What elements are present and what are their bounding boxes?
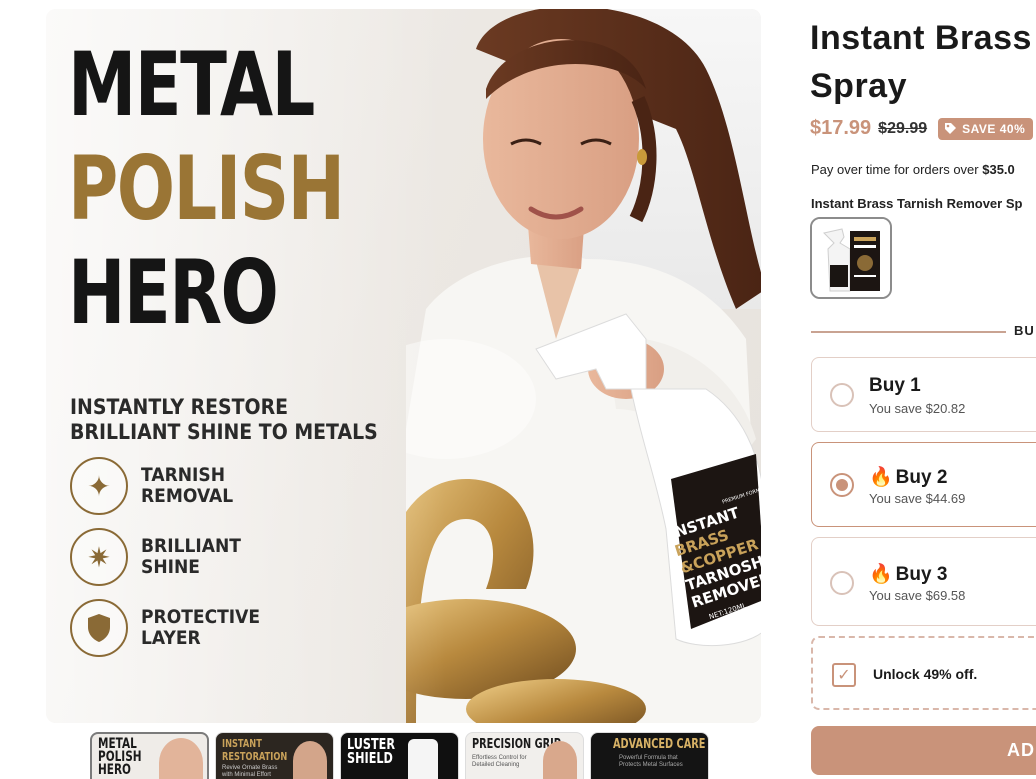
main-product-image[interactable]: INSTANT BRASS &COPPER TARNOSH REMOVER NE… (46, 9, 761, 723)
bundle-title-row: 🔥 Buy 3 (869, 562, 947, 586)
shield-icon (70, 599, 128, 657)
thumbnail-5[interactable]: ADVANCED CARE Powerful Formula that Prot… (590, 732, 709, 779)
thumbnail-label: INSTANT RESTORATION (222, 737, 288, 763)
bundle-radio-selected[interactable] (830, 473, 854, 497)
thumbnail-1[interactable]: METAL POLISH HERO (90, 732, 209, 779)
bundle-title: Buy 2 (895, 467, 948, 488)
bundle-radio[interactable] (830, 383, 854, 407)
unlock-label: Unlock 49% off. (873, 666, 978, 682)
price-row: $17.99 $29.99 SAVE 40% (810, 117, 1034, 140)
thumbnail-4[interactable]: PRECISION GRIP Effortless Control for De… (465, 732, 584, 779)
thumbnail-photo (543, 741, 577, 779)
variant-swatch-image (812, 219, 890, 297)
bundle-option-buy-3[interactable]: 🔥 Buy 3 You save $69.58 (811, 537, 1036, 626)
fire-icon: 🔥 (869, 564, 893, 585)
bundle-title-row: 🔥 Buy 2 (869, 465, 947, 489)
tag-icon (945, 123, 957, 134)
feature-tarnish-removal: ✦ TARNISH REMOVAL (70, 457, 243, 515)
thumbnail-photo (408, 739, 438, 779)
headline-line-2: POLISH (68, 137, 345, 240)
bundle-option-buy-2[interactable]: 🔥 Buy 2 You save $44.69 (811, 442, 1036, 527)
bundle-radio[interactable] (830, 571, 854, 595)
bundle-option-buy-1[interactable]: Buy 1 You save $20.82 (811, 357, 1036, 432)
tagline-line-2: BRILLIANT SHINE TO METALS (70, 420, 378, 444)
bundle-divider (811, 331, 1006, 333)
thumbnail-label: METAL POLISH HERO (98, 736, 142, 778)
feature-protective-layer: PROTECTIVE LAYER (70, 599, 273, 657)
feature-label: BRILLIANT SHINE (141, 535, 241, 578)
thumbnail-sub: Powerful Formula that Protects Metal Sur… (619, 755, 683, 768)
product-title-line-2: Spray (810, 67, 907, 105)
product-title-line-1: Instant Brass (810, 19, 1032, 57)
compare-at-price: $29.99 (878, 119, 928, 137)
thumbnail-photo (159, 738, 203, 779)
bundle-title: Buy 1 (869, 375, 921, 396)
thumbnail-2[interactable]: INSTANT RESTORATION Revive Ornate Brass … (215, 732, 334, 779)
sale-price: $17.99 (810, 117, 872, 139)
bundle-savings: You save $44.69 (869, 491, 966, 506)
feature-label: PROTECTIVE LAYER (141, 606, 261, 649)
add-to-cart-button[interactable]: AD (811, 726, 1036, 775)
headline-line-3: HERO (68, 241, 279, 344)
fire-icon: 🔥 (869, 467, 893, 488)
headline-line-1: METAL (68, 33, 315, 136)
thumbnail-label: ADVANCED CARE (613, 737, 706, 752)
bundle-title: Buy 3 (895, 564, 948, 585)
pay-over-prefix: Pay over time for orders over (811, 162, 983, 177)
product-title: Instant Brass Spray (810, 14, 1036, 110)
variant-title: Instant Brass Tarnish Remover Sp (811, 196, 1023, 211)
bundle-savings: You save $20.82 (869, 401, 966, 416)
thumbnail-sub: Revive Ornate Brass with Minimal Effort (222, 765, 278, 778)
pay-over-amount: $35.0 (982, 162, 1015, 177)
thumbnail-sub: Effortless Control for Detailed Cleaning (472, 755, 527, 768)
thumbnail-label: LUSTER SHIELD (347, 735, 396, 767)
tagline-line-1: INSTANTLY RESTORE (70, 395, 289, 419)
save-badge-label: SAVE 40% (962, 121, 1026, 136)
sparkles-icon: ✦ (70, 457, 128, 515)
variant-swatch[interactable] (810, 217, 892, 299)
checkmark-icon: ✓ (837, 667, 851, 684)
image-tagline: INSTANTLY RESTORE BRILLIANT SHINE TO MET… (70, 395, 378, 445)
thumbnail-photo (293, 741, 327, 779)
feature-brilliant-shine: ✷ BRILLIANT SHINE (70, 528, 252, 586)
thumbnail-strip: METAL POLISH HERO INSTANT RESTORATION Re… (90, 732, 709, 779)
pay-over-time-note: Pay over time for orders over $35.0 (811, 162, 1015, 177)
unlock-checkbox[interactable]: ✓ (832, 663, 856, 687)
save-badge: SAVE 40% (938, 117, 1034, 140)
feature-label: TARNISH REMOVAL (141, 464, 234, 507)
thumbnail-3[interactable]: LUSTER SHIELD (340, 732, 459, 779)
image-headline: METAL POLISH HERO (68, 33, 428, 345)
unlock-offer[interactable]: ✓ Unlock 49% off. (811, 636, 1036, 710)
woman-spraying-illustration: INSTANT BRASS &COPPER TARNOSH REMOVER NE… (406, 9, 761, 723)
star-icon: ✷ (70, 528, 128, 586)
bundle-heading: BU (1014, 323, 1035, 338)
bundle-savings: You save $69.58 (869, 588, 966, 603)
